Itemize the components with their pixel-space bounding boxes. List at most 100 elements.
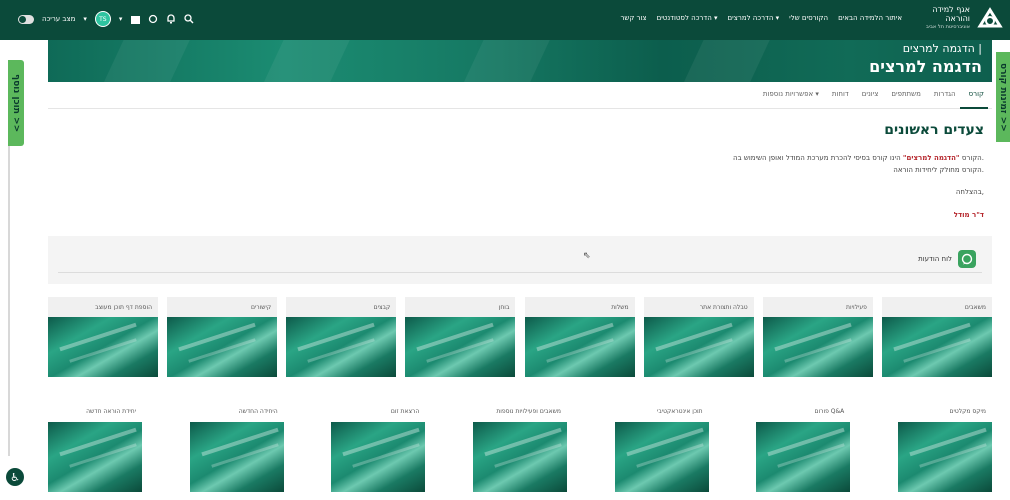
units-paragraph: הקורס מחולק ליחידות הוראה. [893, 166, 984, 174]
tile-more-resources[interactable]: משאבים ופעילויות נוספות [472, 404, 567, 492]
greeting-text: בהצלחה, [955, 188, 984, 196]
banner-decoration [245, 40, 351, 82]
tile-image [524, 317, 635, 377]
page-title: הדגמה למרצים [869, 57, 982, 76]
tile-table[interactable]: טבלה ותצורת אתר [643, 297, 754, 377]
course-header-banner: הדגמה למרצים | הדגמה למרצים [48, 40, 992, 82]
tile-image [762, 317, 873, 377]
mouse-cursor-icon: ⇖ [583, 251, 591, 261]
tile-links[interactable]: קישורים [167, 297, 278, 377]
chevron-down-icon[interactable]: ▾ [83, 15, 87, 23]
tile-label: משאבים ופעילויות נוספות [496, 408, 561, 415]
tile-image [48, 317, 158, 377]
bell-icon[interactable] [166, 14, 176, 24]
search-icon[interactable] [184, 14, 194, 24]
tile-image [189, 422, 284, 492]
avatar[interactable]: TS [94, 11, 111, 27]
nav-lecturer-guide[interactable]: הדרכה למרצים ▾ [728, 14, 780, 22]
sidebar-divider [8, 146, 10, 456]
brand-small: אוניברסיטת תל אביב [926, 24, 970, 30]
tile-label: יחידת הוראה חדשה [86, 408, 136, 415]
tile-image [614, 422, 709, 492]
tile-new-unit[interactable]: היחידה החדשה [189, 404, 284, 492]
tile-image [48, 422, 142, 492]
tab-reports[interactable]: דוחות [832, 90, 849, 98]
section-title: צעדים ראשונים [884, 122, 984, 138]
brand-line-2: והוראה [945, 14, 970, 23]
tile-label: פורום Q&A [814, 408, 845, 415]
tabs-divider [48, 108, 992, 109]
nav-student-guide[interactable]: הדרכה לסטודנטים ▾ [657, 14, 718, 22]
tile-image [472, 422, 567, 492]
topbar-user-area: מצב עריכה ▾ TS ▾ [18, 11, 194, 27]
edit-mode-toggle[interactable] [18, 14, 34, 24]
tile-label: פעילויות [762, 297, 873, 317]
tile-new-teaching-unit[interactable]: יחידת הוראה חדשה [48, 404, 142, 492]
main-nav: איתור הלמידה הבאים הקורסים שלי הדרכה למר… [620, 14, 902, 22]
edit-mode-label: מצב עריכה [42, 15, 76, 23]
accessibility-icon[interactable]: ♿ [6, 468, 24, 486]
additional-content-tab[interactable]: תוכן נוסף >> [8, 60, 24, 146]
university-logo-icon[interactable] [976, 6, 1004, 34]
brand-text: אגף למידה והוראה אוניברסיטת תל אביב [926, 5, 970, 32]
tile-image [405, 317, 516, 377]
tile-mix[interactable]: מיקס מקלטים [897, 404, 992, 492]
tab-course[interactable]: קורס [969, 90, 984, 98]
tab-grades[interactable]: ציונים [862, 90, 879, 98]
tile-label: קבצים [286, 297, 397, 317]
banner-decoration [445, 40, 551, 82]
tab-settings[interactable]: הגדרות [934, 90, 956, 98]
signature: ד"ר מודל [953, 211, 984, 219]
tile-label: משלות [524, 297, 635, 317]
tile-quiz[interactable]: בוחן [405, 297, 516, 377]
course-tabs: קורס הגדרות משתתפים ציונים דוחות אפשרויו… [763, 90, 984, 98]
forum-chat-icon[interactable] [958, 250, 976, 268]
tile-label: משאבים [881, 297, 992, 317]
forum-divider [58, 272, 982, 273]
tile-label: הרצאת זום [390, 408, 420, 415]
announcements-forum[interactable]: לוח הודעות [48, 236, 992, 284]
forum-label[interactable]: לוח הודעות [918, 255, 952, 263]
tile-label: טבלה ותצורת אתר [643, 297, 754, 317]
tile-image [167, 317, 278, 377]
nav-contact[interactable]: צור קשר [620, 14, 646, 22]
calendar-icon[interactable] [130, 14, 140, 24]
nav-my-courses[interactable]: הקורסים שלי [789, 14, 828, 22]
tile-label: קישורים [167, 297, 278, 317]
breadcrumb[interactable]: הדגמה למרצים | [903, 42, 982, 55]
tile-files[interactable]: קבצים [286, 297, 397, 377]
tile-label: היחידה החדשה [238, 408, 278, 415]
tab-more[interactable]: אפשרויות נוספות ▾ [763, 90, 819, 98]
tile-label: הוספת דף תוכן מעוצב [48, 297, 158, 317]
tile-image [756, 422, 851, 492]
tile-resources[interactable]: משאבים [881, 297, 992, 377]
tile-label: בוחן [405, 297, 516, 317]
tile-assignments[interactable]: משלות [524, 297, 635, 377]
tile-label: מיקס מקלטים [949, 408, 986, 415]
tile-interactive[interactable]: תוכן אינטראקטיבי [614, 404, 709, 492]
tile-image [286, 317, 397, 377]
brand-line-1: אגף למידה [932, 5, 970, 14]
section-tiles-row-2: מיקס מקלטים פורום Q&A תוכן אינטראקטיבי מ… [48, 404, 992, 492]
tile-image [331, 422, 426, 492]
tile-image [897, 422, 992, 492]
banner-decoration [665, 40, 771, 82]
tile-activities[interactable]: פעילויות [762, 297, 873, 377]
active-tab-indicator [960, 107, 988, 109]
tile-qa-forum[interactable]: פורום Q&A [756, 404, 851, 492]
banner-decoration [85, 40, 191, 82]
tile-image [643, 317, 754, 377]
chevron-down-icon[interactable]: ▾ [119, 15, 123, 23]
nav-learning-search[interactable]: איתור הלמידה הבאים [838, 14, 902, 22]
chat-icon[interactable] [148, 14, 158, 24]
tile-label: תוכן אינטראקטיבי [656, 408, 703, 415]
intro-prefix: הקורס [959, 154, 982, 162]
top-navbar: אגף למידה והוראה אוניברסיטת תל אביב איתו… [0, 0, 1010, 40]
tab-participants[interactable]: משתתפים [891, 90, 921, 98]
course-name-highlight: "הדגמה למרצים" [902, 154, 960, 162]
tile-image [881, 317, 992, 377]
tile-styled-page[interactable]: הוספת דף תוכן מעוצב [48, 297, 158, 377]
section-tiles-row-1: משאבים פעילויות טבלה ותצורת אתר משלות בו… [48, 297, 992, 377]
course-availability-tab[interactable]: זמינות קורס >> [996, 52, 1010, 142]
tile-zoom[interactable]: הרצאת זום [331, 404, 426, 492]
